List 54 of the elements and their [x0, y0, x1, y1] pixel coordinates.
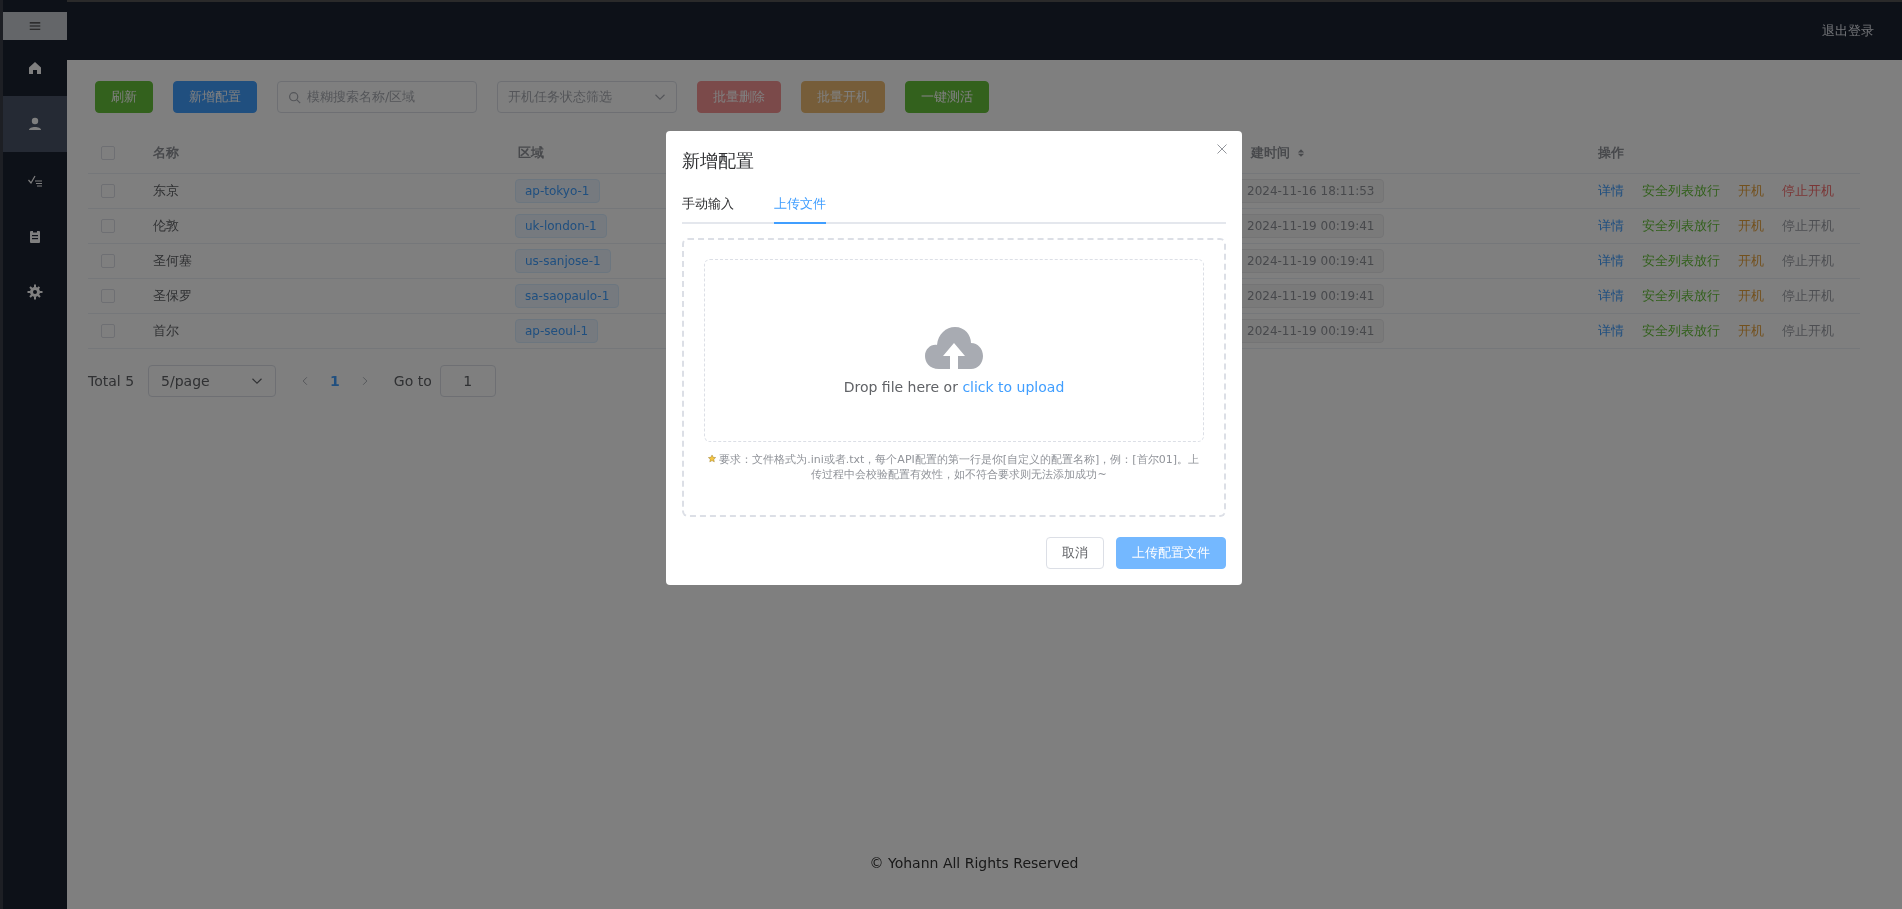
- region-tag: sa-saopaulo-1: [515, 284, 620, 308]
- clipboard-icon: [27, 228, 43, 244]
- action-link[interactable]: 详情: [1598, 252, 1624, 270]
- star-icon: [708, 452, 717, 465]
- logout-link[interactable]: 退出登录: [1822, 22, 1874, 40]
- search-icon: [288, 90, 301, 104]
- close-button[interactable]: [1216, 143, 1228, 155]
- total-count: Total 5: [88, 373, 135, 389]
- toolbar-button[interactable]: 刷新: [95, 81, 153, 113]
- menu-icon: [29, 20, 41, 32]
- footer-text: © Yohann All Rights Reserved: [869, 855, 1079, 871]
- action-link[interactable]: 详情: [1598, 287, 1624, 305]
- upload-link[interactable]: click to upload: [962, 378, 1065, 395]
- dialog-button[interactable]: 取消: [1046, 537, 1104, 569]
- action-link[interactable]: 详情: [1598, 322, 1624, 340]
- goto-page-field[interactable]: 1: [439, 365, 496, 397]
- table-cell: 圣保罗: [153, 287, 192, 305]
- table-cell: 首尔: [153, 322, 179, 340]
- region-tag: us-sanjose-1: [515, 249, 611, 273]
- region-tag: ap-seoul-1: [515, 319, 599, 343]
- drop-instruction: Drop file here or click to upload: [843, 378, 1065, 395]
- table-cell: 圣何塞: [153, 252, 192, 270]
- dialog-tab[interactable]: 手动输入: [682, 195, 734, 224]
- drop-zone[interactable]: Drop file here or click to upload: [704, 259, 1204, 442]
- dialog-title: 新增配置: [682, 149, 755, 173]
- close-icon: [1216, 143, 1228, 155]
- action-link[interactable]: 安全列表放行: [1642, 182, 1720, 200]
- page-size-select[interactable]: 5/page: [148, 365, 277, 397]
- action-link[interactable]: 开机: [1738, 322, 1764, 340]
- toolbar-button[interactable]: 新增配置: [173, 81, 257, 113]
- table-cell: 东京: [153, 182, 179, 200]
- action-link[interactable]: 停止开机: [1782, 182, 1834, 200]
- action-link[interactable]: 开机: [1738, 252, 1764, 270]
- action-link[interactable]: 开机: [1738, 217, 1764, 235]
- action-link[interactable]: 详情: [1598, 217, 1624, 235]
- action-link[interactable]: 安全列表放行: [1642, 287, 1720, 305]
- action-link[interactable]: 安全列表放行: [1642, 322, 1720, 340]
- page-number[interactable]: 1: [330, 373, 340, 389]
- table-cell: 伦敦: [153, 217, 179, 235]
- upload-requirements: 要求：文件格式为.ini或者.txt，每个API配置的第一行是你[自定义的配置名称]，例：[首尔01]。上传过程中会校验配置有效性，如不符合要求则无法添加成功~: [718, 452, 1200, 482]
- settings-icon: [27, 284, 43, 300]
- menu-toggle[interactable]: [3, 12, 67, 40]
- action-link[interactable]: 开机: [1738, 182, 1764, 200]
- upload-cloud-icon: [925, 324, 983, 369]
- user-icon: [27, 116, 43, 132]
- region-tag: uk-london-1: [515, 214, 607, 238]
- action-link[interactable]: 开机: [1738, 287, 1764, 305]
- home-icon: [27, 60, 43, 76]
- dialog-tab[interactable]: 上传文件: [774, 195, 826, 224]
- region-tag: ap-tokyo-1: [515, 179, 600, 203]
- goto-label: Go to: [393, 373, 432, 389]
- action-link[interactable]: 安全列表放行: [1642, 217, 1720, 235]
- action-link[interactable]: 详情: [1598, 182, 1624, 200]
- action-link[interactable]: 安全列表放行: [1642, 252, 1720, 270]
